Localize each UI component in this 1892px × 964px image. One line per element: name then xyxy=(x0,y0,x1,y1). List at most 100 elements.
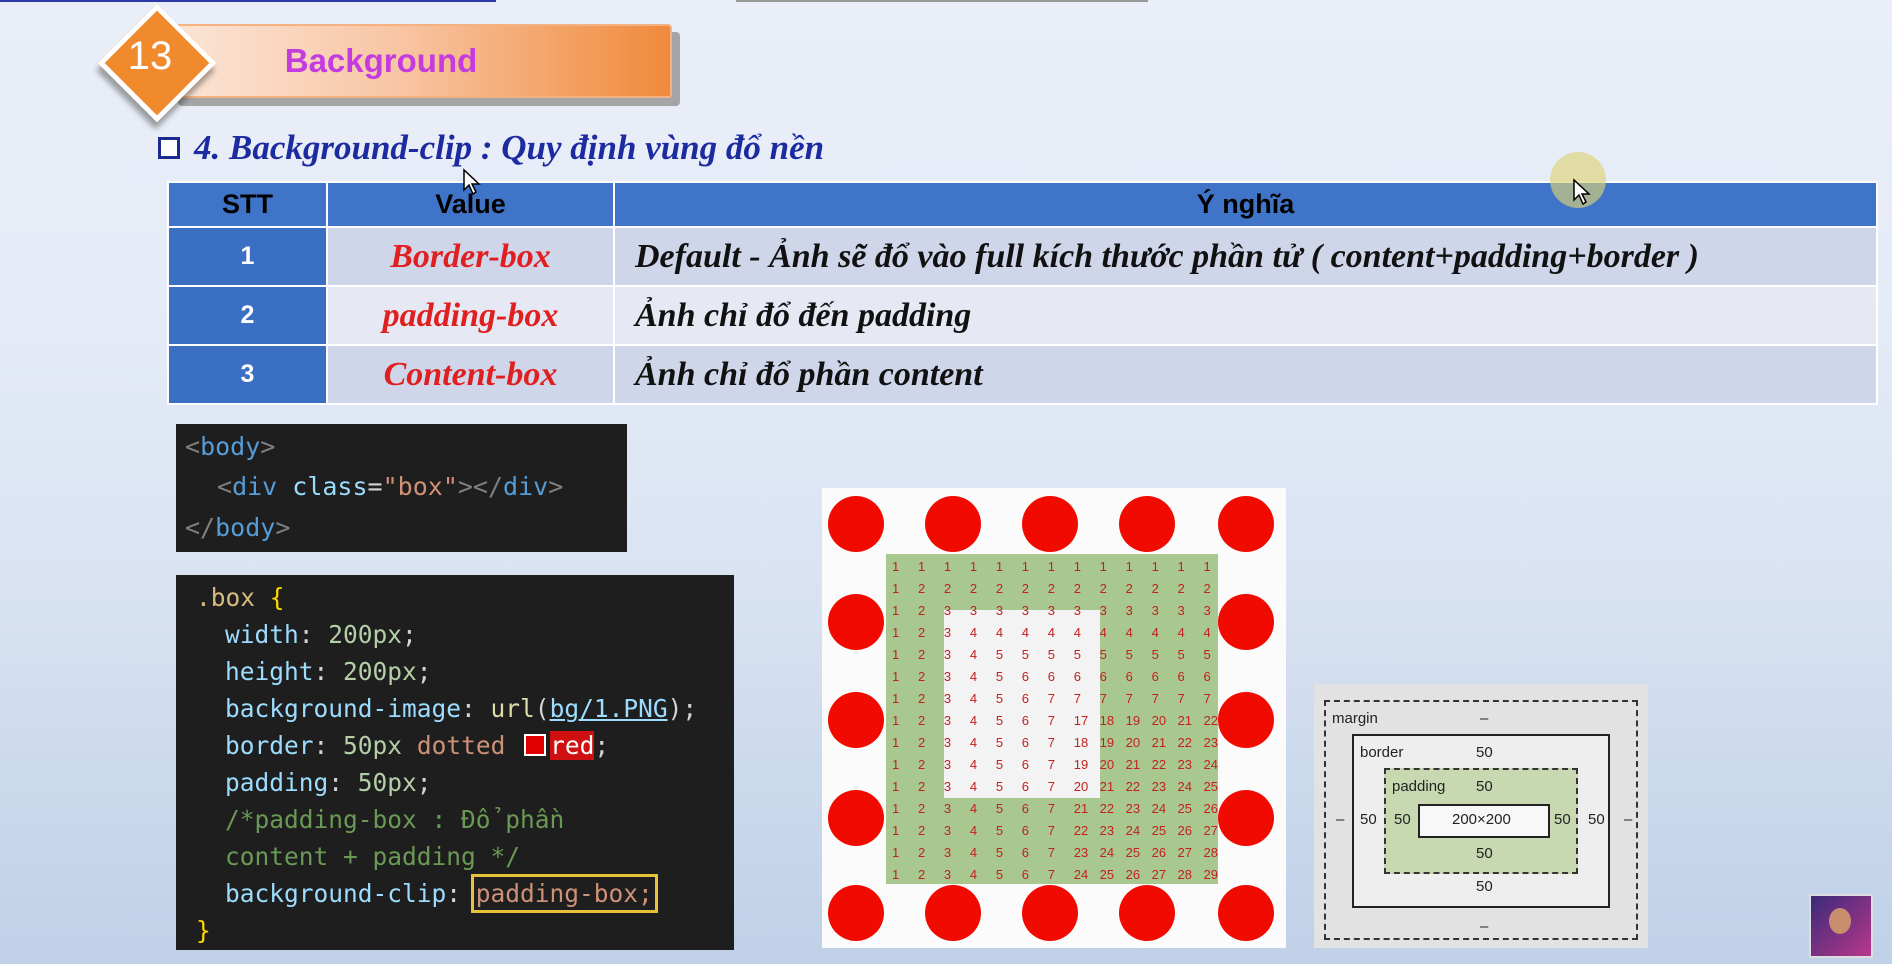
grid-number: 1 xyxy=(892,581,899,596)
row-value: Border-box xyxy=(326,226,615,287)
grid-number: 24 xyxy=(1100,845,1114,860)
grid-number: 25 xyxy=(1152,823,1166,838)
code-line: </body> xyxy=(185,513,291,542)
grid-number: 2 xyxy=(918,669,925,684)
code-line: background-clip: padding-box; xyxy=(225,874,658,913)
grid-number: 4 xyxy=(970,691,977,706)
grid-number: 4 xyxy=(970,647,977,662)
border-dot xyxy=(1218,692,1274,748)
grid-number: 6 xyxy=(1022,867,1029,882)
padding-bottom-value: 50 xyxy=(1476,845,1493,862)
grid-number: 2 xyxy=(1178,581,1185,596)
demo-illustration: 1 1 1 1 1 1 1 1 1 1 1 1 11 2 2 2 2 2 2 2 2 2 2 2 21 2 3 3 3 3 3 3 3 3 3 3 31… xyxy=(828,496,1274,941)
grid-number: 3 xyxy=(1204,603,1211,618)
progress-track xyxy=(736,0,1148,2)
grid-number: 2 xyxy=(918,867,925,882)
grid-number: 7 xyxy=(1048,779,1055,794)
row-value: Content-box xyxy=(326,344,615,405)
grid-number: 29 xyxy=(1204,867,1218,882)
grid-number: 1 xyxy=(892,801,899,816)
grid-number: 21 xyxy=(1126,757,1140,772)
grid-number: 21 xyxy=(1074,801,1088,816)
grid-number: 4 xyxy=(970,713,977,728)
grid-number: 1 xyxy=(996,559,1003,574)
grid-number: 3 xyxy=(1022,603,1029,618)
grid-number: 6 xyxy=(1022,757,1029,772)
grid-number: 7 xyxy=(1048,867,1055,882)
grid-number: 6 xyxy=(1152,669,1159,684)
grid-number: 5 xyxy=(996,713,1003,728)
grid-number: 6 xyxy=(1022,735,1029,750)
grid-number: 6 xyxy=(1022,801,1029,816)
table-header-row: STT Value Ý nghĩa xyxy=(167,181,1878,228)
border-right-value: 50 xyxy=(1588,811,1605,828)
grid-number: 1 xyxy=(970,559,977,574)
grid-number: 1 xyxy=(892,735,899,750)
grid-number: 19 xyxy=(1126,713,1140,728)
title-banner: Background xyxy=(170,24,672,98)
grid-number: 3 xyxy=(944,735,951,750)
grid-number: 5 xyxy=(996,669,1003,684)
border-dot xyxy=(1218,885,1274,941)
grid-number: 5 xyxy=(996,823,1003,838)
border-left-value: 50 xyxy=(1360,811,1377,828)
border-dot xyxy=(1218,594,1274,650)
mouse-cursor-icon xyxy=(1573,178,1591,206)
grid-number: 26 xyxy=(1204,801,1218,816)
grid-number: 24 xyxy=(1074,867,1088,882)
margin-right-value: – xyxy=(1624,811,1633,828)
grid-number: 18 xyxy=(1074,735,1088,750)
grid-number: 2 xyxy=(1022,581,1029,596)
channel-avatar[interactable] xyxy=(1809,894,1873,958)
grid-number: 4 xyxy=(1126,625,1133,640)
grid-number: 3 xyxy=(944,801,951,816)
grid-number: 24 xyxy=(1152,801,1166,816)
padding-label: padding xyxy=(1392,778,1446,795)
grid-number: 4 xyxy=(996,625,1003,640)
grid-number: 4 xyxy=(970,823,977,838)
grid-number: 6 xyxy=(1048,669,1055,684)
code-comment: content + padding */ xyxy=(225,842,521,871)
grid-number: 27 xyxy=(1152,867,1166,882)
grid-number: 2 xyxy=(918,581,925,596)
grid-number: 25 xyxy=(1100,867,1114,882)
grid-number: 26 xyxy=(1126,867,1140,882)
grid-number: 6 xyxy=(1100,669,1107,684)
grid-number: 18 xyxy=(1100,713,1114,728)
grid-number: 21 xyxy=(1100,779,1114,794)
border-dot xyxy=(828,790,884,846)
grid-number: 5 xyxy=(996,801,1003,816)
grid-number: 23 xyxy=(1152,779,1166,794)
row-stt: 2 xyxy=(167,285,328,346)
grid-number: 7 xyxy=(1074,691,1081,706)
slide-title: Background xyxy=(284,42,478,79)
grid-number: 4 xyxy=(970,625,977,640)
grid-number: 1 xyxy=(892,559,899,574)
grid-number: 3 xyxy=(944,757,951,772)
grid-number: 17 xyxy=(1074,713,1088,728)
grid-number: 1 xyxy=(1204,559,1211,574)
border-dot xyxy=(828,885,884,941)
grid-number: 1 xyxy=(1074,559,1081,574)
grid-number: 1 xyxy=(1126,559,1133,574)
grid-number: 7 xyxy=(1048,845,1055,860)
css-code-block: .box { width: 200px; height: 200px; back… xyxy=(176,575,734,950)
grid-number: 22 xyxy=(1204,713,1218,728)
row-meaning: Ảnh chỉ đổ đến padding xyxy=(613,285,1878,346)
grid-number: 7 xyxy=(1048,691,1055,706)
border-dot xyxy=(828,594,884,650)
grid-number: 2 xyxy=(918,735,925,750)
grid-number: 25 xyxy=(1204,779,1218,794)
grid-number: 24 xyxy=(1178,779,1192,794)
grid-number: 28 xyxy=(1178,867,1192,882)
grid-number: 3 xyxy=(944,603,951,618)
grid-number: 2 xyxy=(918,801,925,816)
grid-number: 1 xyxy=(1178,559,1185,574)
grid-number: 1 xyxy=(1022,559,1029,574)
grid-number: 7 xyxy=(1204,691,1211,706)
grid-number: 1 xyxy=(892,625,899,640)
grid-number: 4 xyxy=(1022,625,1029,640)
grid-number: 20 xyxy=(1100,757,1114,772)
table-row: 3 Content-box Ảnh chỉ đổ phần content xyxy=(167,344,1878,405)
grid-number: 23 xyxy=(1204,735,1218,750)
